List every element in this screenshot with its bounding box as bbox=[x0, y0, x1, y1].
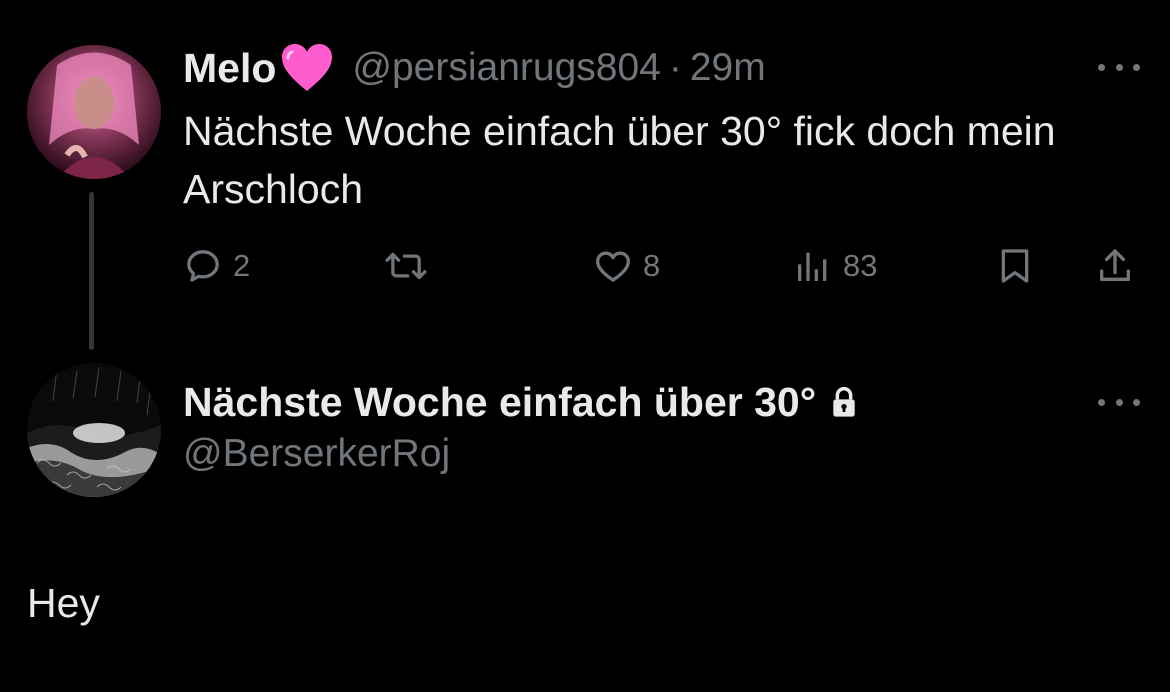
avatar-image bbox=[27, 45, 161, 179]
share-button[interactable] bbox=[1095, 240, 1135, 292]
avatar-image bbox=[27, 363, 161, 497]
views-count: 83 bbox=[843, 248, 878, 283]
reply-icon bbox=[187, 250, 219, 282]
bookmark-button[interactable] bbox=[995, 240, 1035, 292]
retweet-icon bbox=[385, 252, 427, 280]
pink-heart-emoji bbox=[280, 43, 334, 93]
like-button[interactable]: 8 bbox=[593, 240, 660, 292]
like-icon bbox=[596, 251, 630, 282]
tweet-text: Nächste Woche einfach über 30° fick doch… bbox=[183, 108, 1056, 212]
author-display-name[interactable]: Melo bbox=[183, 45, 276, 92]
tweet-timestamp[interactable]: 29m bbox=[690, 46, 766, 90]
thread-line bbox=[89, 192, 94, 350]
retweet-button[interactable] bbox=[383, 240, 439, 292]
share-icon bbox=[1100, 249, 1130, 281]
separator-dot: · bbox=[668, 46, 682, 89]
reply-text: Hey bbox=[27, 580, 100, 626]
views-button[interactable]: 83 bbox=[793, 240, 877, 292]
reply-author-handle[interactable]: @BerserkerRoj bbox=[183, 432, 450, 476]
bookmark-icon bbox=[1001, 249, 1029, 283]
author-handle[interactable]: @persianrugs804 bbox=[352, 46, 660, 90]
reply-author-display-name[interactable]: Nächste Woche einfach über 30° bbox=[183, 379, 816, 426]
reply-header: Nächste Woche einfach über 30° bbox=[183, 374, 858, 430]
views-icon bbox=[798, 252, 827, 281]
reply-author-avatar[interactable] bbox=[27, 363, 161, 497]
tweet-header: Melo @persianrugs804 · 29m bbox=[183, 40, 766, 96]
tweet-actions: 2 8 83 bbox=[183, 240, 1143, 292]
author-avatar[interactable] bbox=[27, 45, 161, 179]
reply-count: 2 bbox=[233, 248, 251, 283]
lock-icon bbox=[830, 386, 858, 418]
more-icon[interactable] bbox=[1098, 59, 1140, 75]
reply-button[interactable]: 2 bbox=[183, 240, 250, 292]
more-icon[interactable] bbox=[1098, 394, 1140, 410]
like-count: 8 bbox=[643, 248, 661, 283]
